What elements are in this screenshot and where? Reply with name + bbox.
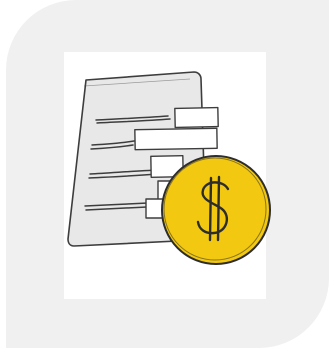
dollar-coin-icon	[161, 155, 271, 265]
invoice-illustration	[67, 71, 271, 265]
